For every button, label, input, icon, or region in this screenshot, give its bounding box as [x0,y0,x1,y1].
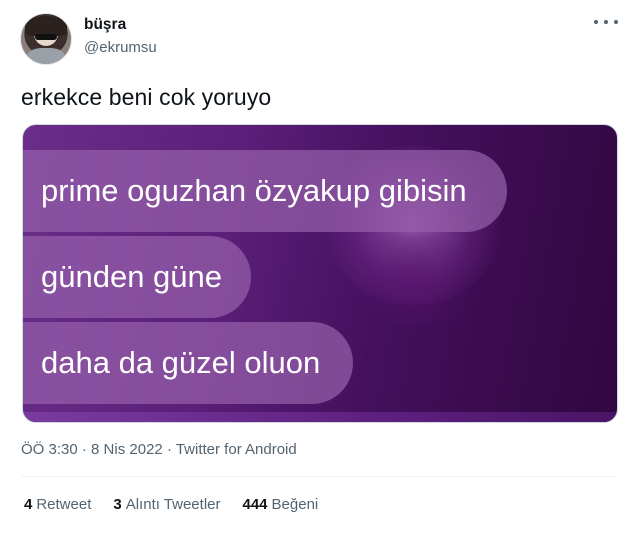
tweet-card: büşra @ekrumsu erkekce beni cok yoruyo p… [0,0,635,535]
avatar[interactable] [20,13,72,65]
tweet-meta: ÖÖ 3:30 · 8 Nis 2022 · Twitter for Andro… [21,441,297,458]
avatar-hair [25,16,67,36]
quote-stat[interactable]: 3 Alıntı Tweetler [113,496,220,513]
avatar-glasses [35,34,57,40]
like-count: 444 [242,496,268,513]
message-bubble-3: daha da güzel oluon [23,322,353,404]
message-bubble-1: prime oguzhan özyakup gibisin [23,150,507,232]
tweet-date[interactable]: 8 Nis 2022 [91,441,163,458]
retweet-stat[interactable]: 4 Retweet [24,496,91,513]
like-stat[interactable]: 444 Beğeni [243,496,319,513]
avatar-coat [27,48,65,64]
divider [21,476,617,477]
like-label: Beğeni [271,496,319,513]
media-shadow [343,235,483,325]
quote-count: 3 [113,496,122,513]
user-display-name[interactable]: büşra [84,16,126,34]
user-handle[interactable]: @ekrumsu [84,39,157,56]
meta-separator: · [81,441,87,458]
tweet-time[interactable]: ÖÖ 3:30 [21,441,78,458]
tweet-stats: 4 Retweet 3 Alıntı Tweetler 444 Beğeni [24,496,340,513]
retweet-label: Retweet [36,496,92,513]
tweet-media-image[interactable]: prime oguzhan özyakup gibisin günden gün… [22,124,618,423]
more-dot [604,20,608,24]
media-bottom-bar [23,412,617,422]
more-options-icon[interactable] [594,14,618,30]
more-dot [614,20,618,24]
retweet-count: 4 [24,496,33,513]
more-dot [594,20,598,24]
tweet-source[interactable]: Twitter for Android [176,441,297,458]
meta-separator: · [166,441,172,458]
quote-label: Alıntı Tweetler [125,496,221,513]
message-bubble-2: günden güne [23,236,251,318]
tweet-text: erkekce beni cok yoruyo [21,84,272,110]
